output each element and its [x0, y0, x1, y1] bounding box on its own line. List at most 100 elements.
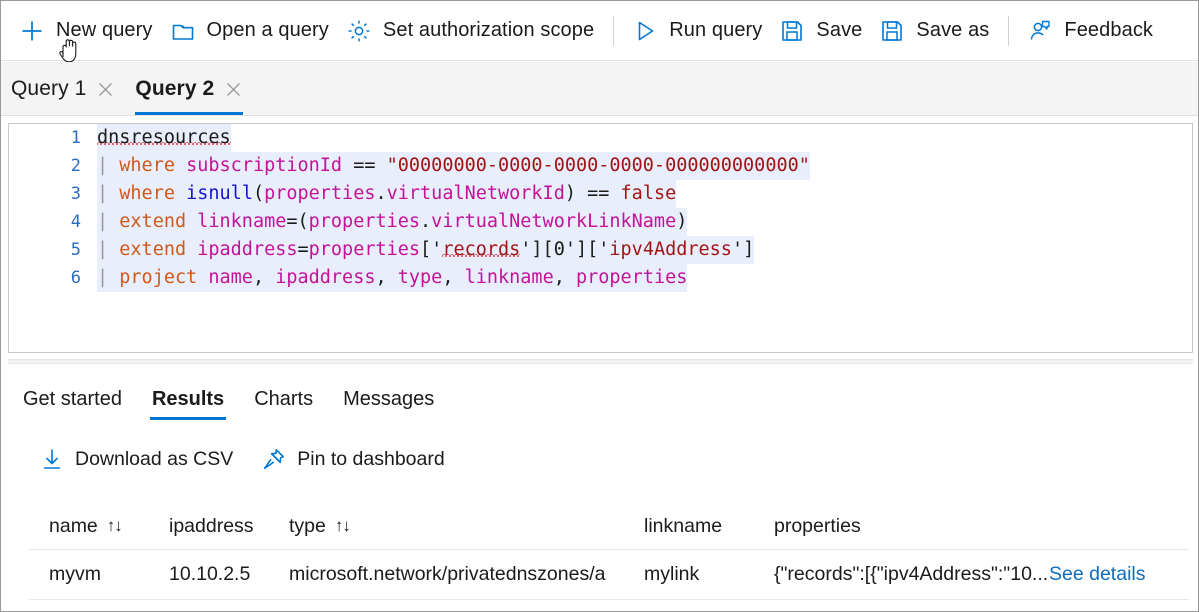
sort-icon[interactable]: ↑↓: [335, 516, 351, 536]
kql-paren: (: [252, 183, 265, 204]
see-details-cell: See details: [1049, 563, 1179, 586]
save-label: Save: [816, 19, 863, 41]
pin-icon: [261, 446, 287, 472]
gear-icon: [344, 16, 374, 46]
download-icon: [39, 446, 65, 472]
kql-dot: .: [420, 211, 432, 232]
kql-comma: ,: [442, 267, 454, 288]
download-as-csv-button[interactable]: Download as CSV: [39, 439, 233, 479]
kql-assign: =: [286, 211, 298, 232]
kql-operator: ==: [353, 155, 376, 176]
line-number: 6: [70, 268, 81, 288]
save-as-label: Save as: [916, 19, 990, 41]
column-header-linkname[interactable]: linkname: [644, 515, 774, 538]
tab-label: Results: [151, 387, 225, 410]
kql-column: properties: [576, 267, 688, 288]
column-header-type[interactable]: type ↑↓: [289, 515, 644, 538]
run-query-button[interactable]: Run query: [628, 9, 775, 53]
kql-function-isnull: isnull: [186, 183, 253, 204]
column-header-ipaddress[interactable]: ipaddress: [169, 515, 289, 538]
open-a-query-button[interactable]: Open a query: [166, 9, 342, 53]
editor-results-splitter[interactable]: [8, 359, 1193, 364]
kql-keyword-project: project: [119, 267, 198, 288]
kql-keyword-where: where: [119, 155, 175, 176]
cell-type: microsoft.network/privatednszones/a: [289, 563, 606, 585]
toolbar-divider-2: [1008, 15, 1010, 46]
pin-to-dashboard-label: Pin to dashboard: [297, 447, 445, 470]
feedback-icon: [1025, 16, 1055, 46]
save-as-button[interactable]: Save as: [875, 9, 1002, 53]
pin-to-dashboard-button[interactable]: Pin to dashboard: [261, 439, 445, 479]
kql-column: ipaddress: [275, 267, 376, 288]
cell-name: myvm: [49, 563, 101, 585]
kql-identifier: subscriptionId: [186, 155, 343, 176]
plus-icon: [17, 16, 47, 46]
set-authorization-scope-label: Set authorization scope: [382, 19, 595, 41]
new-query-button[interactable]: New query: [15, 9, 166, 53]
feedback-button[interactable]: Feedback: [1023, 9, 1166, 53]
kql-identifier: properties: [264, 183, 376, 204]
query-tab-label: Query 1: [11, 77, 87, 100]
code-line-5: | extend ipaddress=properties['records']…: [97, 236, 1192, 264]
line-number: 5: [70, 240, 81, 260]
tab-label: Charts: [254, 387, 314, 410]
tab-charts[interactable]: Charts: [246, 375, 321, 423]
kql-keyword-where: where: [119, 183, 175, 204]
close-icon[interactable]: [224, 80, 243, 99]
editor-gutter: 1 2 3 4 5 6: [9, 124, 97, 352]
run-query-label: Run query: [669, 19, 763, 41]
kql-operator: ==: [587, 183, 610, 204]
kql-string: records: [442, 239, 521, 261]
tab-get-started[interactable]: Get started: [15, 375, 130, 423]
open-a-query-label: Open a query: [206, 19, 329, 41]
feedback-label: Feedback: [1064, 19, 1154, 41]
cell-linkname: mylink: [644, 563, 700, 585]
kql-paren: ): [676, 211, 688, 232]
query-tab-query-1[interactable]: Query 1: [1, 63, 125, 115]
kql-column: name: [208, 267, 253, 288]
set-authorization-scope-button[interactable]: Set authorization scope: [342, 9, 607, 53]
column-label: ipaddress: [169, 514, 254, 537]
see-details-link[interactable]: See details: [1049, 563, 1145, 586]
kql-identifier: properties: [308, 211, 421, 232]
line-number: 3: [70, 184, 81, 204]
line-number: 4: [70, 212, 81, 232]
kql-keyword-extend: extend: [119, 211, 187, 232]
kql-comma: ,: [252, 267, 265, 288]
query-editor[interactable]: 1 2 3 4 5 6 dnsresources | where subscri…: [8, 123, 1193, 353]
editor-code-area[interactable]: dnsresources | where subscriptionId == "…: [97, 124, 1192, 352]
results-action-bar: Download as CSV Pin to dashboard: [39, 439, 473, 479]
column-label: name: [49, 514, 98, 537]
save-button[interactable]: Save: [775, 9, 875, 53]
kql-bracket: '][': [564, 239, 610, 260]
column-label: linkname: [644, 514, 723, 537]
tab-label: Messages: [343, 387, 435, 410]
kql-identifier: properties: [308, 239, 421, 260]
folder-icon: [168, 16, 198, 46]
line-number: 2: [70, 156, 81, 176]
kql-column: linkname: [464, 267, 554, 288]
kql-paren: ): [564, 183, 576, 204]
column-label: properties: [774, 514, 861, 537]
table-row[interactable]: myvm 10.10.2.5 microsoft.network/private…: [29, 550, 1189, 600]
tab-label: Get started: [23, 387, 122, 410]
line-number: 1: [70, 128, 81, 148]
column-header-name[interactable]: name ↑↓: [29, 515, 169, 538]
toolbar-divider-1: [613, 15, 615, 46]
tab-messages[interactable]: Messages: [335, 375, 442, 423]
table-header-row: name ↑↓ ipaddress type ↑↓ linkname prope…: [29, 503, 1189, 550]
query-tab-strip: Query 1 Query 2: [1, 62, 1198, 116]
code-line-6: | project name, ipaddress, type, linknam…: [97, 264, 1192, 292]
kql-identifier: ipaddress: [197, 239, 298, 260]
query-tab-query-2[interactable]: Query 2: [125, 63, 253, 115]
kql-string: ipv4Address: [609, 239, 732, 260]
close-icon[interactable]: [96, 80, 115, 99]
save-as-icon: [877, 16, 907, 46]
kql-literal-false: false: [620, 183, 677, 204]
kql-identifier: linkname: [197, 211, 287, 232]
download-as-csv-label: Download as CSV: [75, 447, 234, 470]
column-header-properties[interactable]: properties: [774, 515, 1049, 538]
tab-results[interactable]: Results: [144, 375, 232, 423]
sort-icon[interactable]: ↑↓: [107, 516, 123, 536]
kql-number: 0: [553, 239, 565, 260]
